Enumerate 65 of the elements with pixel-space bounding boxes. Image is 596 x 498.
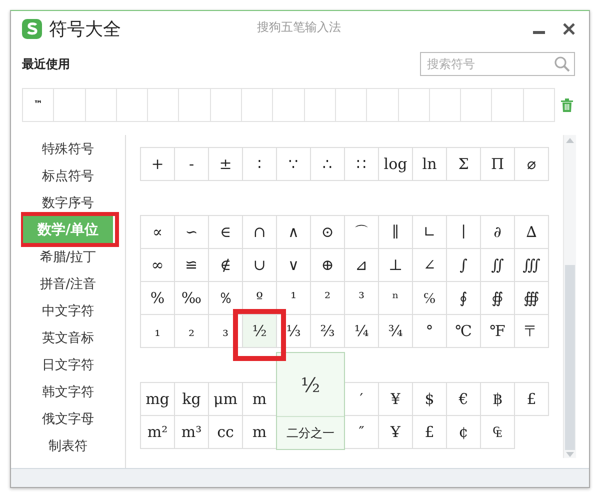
search-field[interactable]: 搜索符号 xyxy=(420,52,575,76)
symbol-cell[interactable]: mg xyxy=(140,382,175,416)
section-label: 最近使用 xyxy=(22,56,70,72)
empty-recent-slot xyxy=(147,88,180,122)
category-item[interactable]: 俄文字母 xyxy=(23,405,113,432)
search-icon xyxy=(554,56,570,72)
close-icon xyxy=(562,22,576,36)
recent-symbol-cell[interactable]: ™ xyxy=(22,88,54,122)
symbol-cell[interactable]: ∆ xyxy=(514,215,549,249)
scroll-up-icon[interactable] xyxy=(566,138,574,143)
symbol-cell[interactable]: ± xyxy=(208,147,243,181)
empty-recent-slot xyxy=(491,88,524,122)
symbol-cell[interactable]: ∶ xyxy=(242,147,277,181)
symbol-cell[interactable]: m² xyxy=(140,415,175,449)
symbol-cell[interactable]: ∵ xyxy=(276,147,311,181)
symbol-cell[interactable]: £ xyxy=(514,382,549,416)
category-item[interactable]: 希腊/拉丁 xyxy=(23,243,113,270)
symbol-cell[interactable]: 〒 xyxy=(514,314,549,348)
symbol-cell[interactable]: ½ xyxy=(242,314,277,348)
empty-recent-slot xyxy=(272,88,305,122)
symbol-cell[interactable]: ₁ xyxy=(140,314,175,348)
empty-recent-slot xyxy=(116,88,148,122)
symbol-cell[interactable]: ∴ xyxy=(310,147,345,181)
scrollbar-thumb[interactable] xyxy=(565,265,575,450)
app-logo-icon xyxy=(21,18,43,40)
category-item[interactable]: 特殊符号 xyxy=(23,135,113,162)
empty-recent-slot xyxy=(366,88,399,122)
empty-recent-slot xyxy=(460,88,492,122)
window-title: 符号大全 xyxy=(49,18,121,41)
category-item[interactable]: 日文字符 xyxy=(23,351,113,378)
preview-symbol: ½ xyxy=(300,372,322,398)
empty-recent-slot xyxy=(304,88,336,122)
symbol-cell[interactable]: ₠ xyxy=(480,415,515,449)
empty-recent-slot xyxy=(241,88,274,122)
close-button[interactable] xyxy=(561,21,577,37)
category-item[interactable]: 拼音/注音 xyxy=(23,270,113,297)
symbol-cell[interactable]: ∝ xyxy=(140,215,175,249)
category-item[interactable]: 标点符号 xyxy=(23,162,113,189)
category-item[interactable]: 韩文字符 xyxy=(23,378,113,405)
minimize-icon xyxy=(533,30,545,34)
symbol-cell[interactable]: ⌀ xyxy=(514,147,549,181)
category-item[interactable]: 中文字符 xyxy=(23,297,113,324)
symbol-cell[interactable]: Π xyxy=(480,147,515,181)
trash-icon[interactable] xyxy=(561,98,573,112)
app-name: 搜狗五笔输入法 xyxy=(257,19,341,36)
symbol-cell[interactable]: Σ xyxy=(446,147,481,181)
symbol-cell[interactable]: + xyxy=(140,147,175,181)
empty-recent-slot xyxy=(398,88,430,122)
symbol-cell[interactable]: ∷ xyxy=(344,147,379,181)
category-item[interactable]: 数字序号 xyxy=(23,189,113,216)
empty-recent-slot xyxy=(334,88,368,122)
symbol-cell[interactable]: - xyxy=(174,147,209,181)
empty-recent-slot xyxy=(84,88,117,122)
empty-recent-slot xyxy=(522,88,556,122)
empty-recent-slot xyxy=(428,88,462,122)
scroll-down-icon[interactable] xyxy=(566,452,574,457)
empty-recent-slot xyxy=(178,88,211,122)
symbol-cell[interactable]: log xyxy=(378,147,413,181)
category-item[interactable]: 英文音标 xyxy=(23,324,113,351)
empty-recent-slot xyxy=(210,88,242,122)
category-item[interactable]: 制表符 xyxy=(23,432,113,459)
symbol-name: 二分之一 xyxy=(277,416,344,449)
symbol-cell[interactable]: ln xyxy=(412,147,447,181)
scrollbar[interactable] xyxy=(563,135,576,458)
empty-recent-slot xyxy=(53,88,86,122)
